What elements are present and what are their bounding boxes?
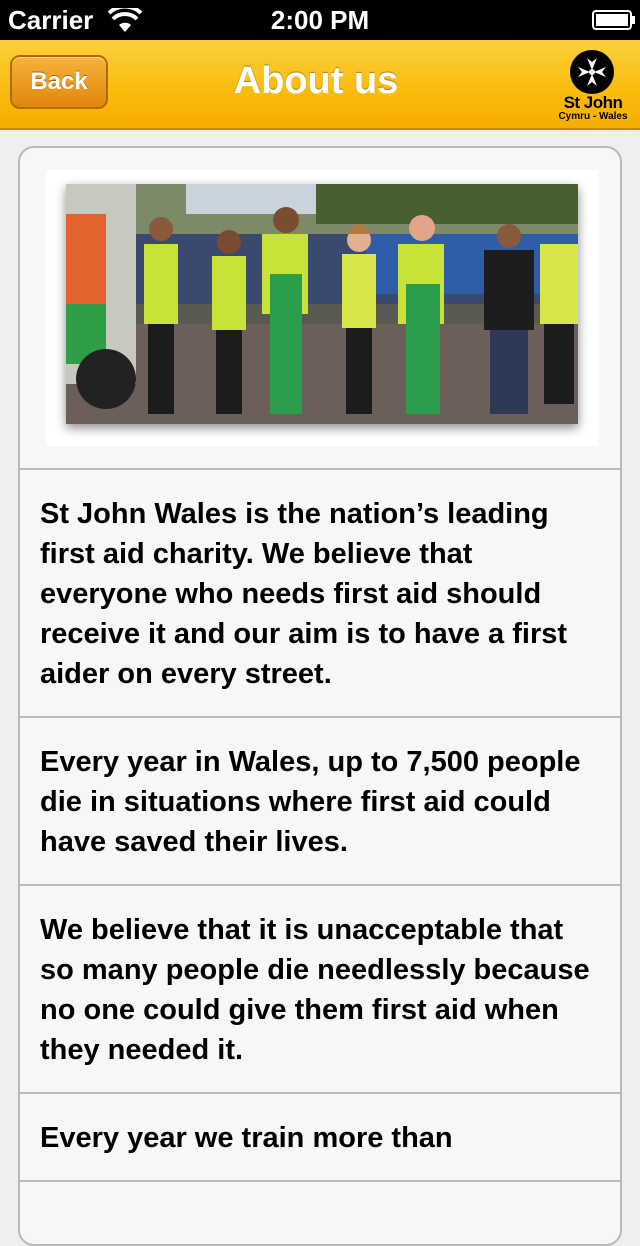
status-time: 2:00 PM	[270, 5, 370, 35]
photo-cell	[20, 148, 620, 470]
photo-frame	[46, 170, 598, 446]
battery-icon	[592, 10, 635, 30]
page-title: About us	[233, 60, 399, 102]
volunteers-photo	[66, 184, 578, 424]
about-paragraph: Every year we train more than	[20, 1094, 620, 1182]
st-john-logo: St John Cymru - Wales	[550, 46, 636, 124]
about-paragraph: We believe that it is unacceptable that …	[20, 886, 620, 1094]
about-content-card: St John Wales is the nation’s leading fi…	[18, 146, 622, 1246]
maltese-cross-icon	[570, 50, 614, 94]
logo-text: St John	[563, 93, 623, 112]
about-paragraph: St John Wales is the nation’s leading fi…	[20, 470, 620, 718]
about-paragraph: Every year in Wales, up to 7,500 people …	[20, 718, 620, 886]
logo-subtitle: Cymru - Wales	[558, 111, 628, 122]
navigation-bar: Back About us St John Cymru - Wales	[0, 40, 640, 130]
status-bar: Carrier 2:00 PM	[0, 0, 640, 40]
